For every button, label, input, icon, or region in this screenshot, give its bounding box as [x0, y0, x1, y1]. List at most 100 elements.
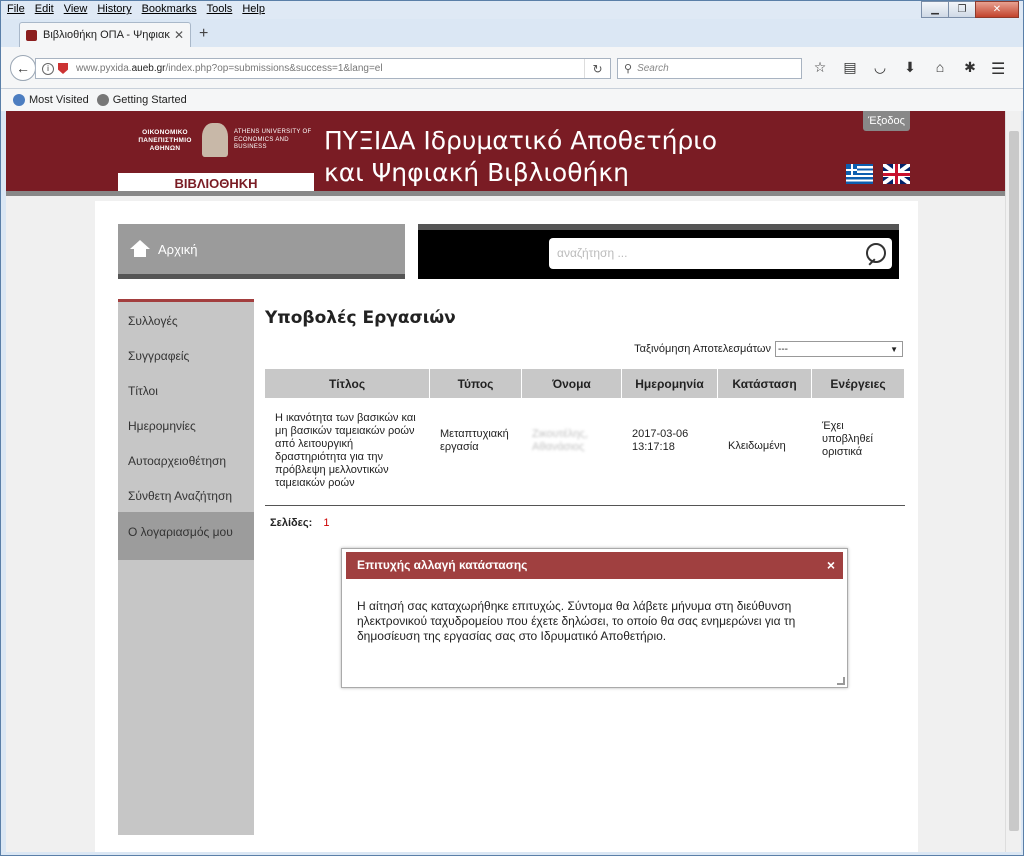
minimize-button[interactable]: ▁: [921, 1, 949, 18]
pagination: Σελίδες: 1: [270, 517, 329, 529]
cell-actions: Έχει υποβληθεί οριστικά: [822, 420, 873, 458]
home-link[interactable]: Αρχική: [118, 224, 405, 279]
site-title: ΠΥΞΙΔΑ Ιδρυματικό Αποθετήριο και Ψηφιακή…: [324, 125, 717, 189]
scrollbar-thumb[interactable]: [1009, 131, 1019, 831]
bookmark-star-icon[interactable]: ☆: [811, 59, 829, 76]
column-header-actions[interactable]: Ενέργειες: [812, 369, 905, 398]
logout-button[interactable]: Έξοδος: [863, 111, 910, 131]
site-title-line2: και Ψηφιακή Βιβλιοθήκη: [324, 158, 629, 187]
search-placeholder: αναζήτηση ...: [557, 246, 628, 260]
url-text: www.pyxida.aueb.gr/index.php?op=submissi…: [76, 63, 584, 74]
menu-bookmarks[interactable]: Bookmarks: [142, 3, 197, 15]
url-bar[interactable]: i www.pyxida.aueb.gr/index.php?op=submis…: [35, 58, 611, 79]
cell-status: Κλειδωμένη: [728, 440, 786, 452]
tab-strip: Βιβλιοθήκη ΟΠΑ - Ψηφιακ... ✕ +: [1, 19, 1023, 47]
sidebar-item-authors[interactable]: Συγγραφείς: [118, 337, 254, 372]
bookmarks-toolbar: Most Visited Getting Started: [1, 89, 1023, 111]
sidebar: Συλλογές Συγγραφείς Τίτλοι Ημερομηνίες Α…: [118, 299, 254, 835]
globe-icon: [96, 94, 109, 106]
uk-flag-icon[interactable]: [883, 164, 910, 184]
maximize-button[interactable]: ❐: [948, 1, 976, 18]
info-icon[interactable]: i: [42, 62, 54, 75]
logo-english-text: ATHENS UNIVERSITY OF ECONOMICS AND BUSIN…: [234, 129, 312, 150]
tracking-shield-icon[interactable]: [58, 63, 68, 74]
search-placeholder: Search: [637, 63, 669, 74]
bookmark-getting-started[interactable]: Getting Started: [96, 94, 187, 106]
site-search-input[interactable]: αναζήτηση ...: [549, 238, 892, 269]
most-visited-icon: [13, 94, 25, 106]
menu-hamburger-icon[interactable]: ☰: [991, 59, 1005, 79]
sort-select[interactable]: --- ▼: [775, 341, 903, 357]
home-icon[interactable]: ⌂: [931, 59, 949, 76]
column-header-status[interactable]: Κατάσταση: [718, 369, 812, 398]
home-icon: [130, 240, 150, 258]
page-title: Υποβολές Εργασιών: [265, 308, 456, 328]
dialog-header[interactable]: Επιτυχής αλλαγή κατάστασης ×: [346, 552, 843, 579]
extension-icon[interactable]: ✱: [961, 59, 979, 76]
column-header-date[interactable]: Ημερομηνία: [622, 369, 718, 398]
site-favicon-icon: [26, 29, 37, 41]
university-logo[interactable]: ΟΙΚΟΝΟΜΙΚΟ ΠΑΝΕΠΙΣΤΗΜΙΟ ΑΘΗΝΩΝ ATHENS UN…: [118, 119, 314, 194]
sidebar-item-collections[interactable]: Συλλογές: [118, 302, 254, 337]
resize-grip-icon[interactable]: [837, 677, 845, 685]
search-icon: ⚲: [624, 63, 633, 75]
dialog-message: Η αίτησή σας καταχωρήθηκε επιτυχώς. Σύντ…: [357, 599, 796, 643]
bookmark-label: Most Visited: [29, 94, 89, 106]
download-icon[interactable]: ⬇: [901, 59, 919, 76]
column-header-type[interactable]: Τύπος: [430, 369, 522, 398]
search-panel: αναζήτηση ...: [418, 224, 899, 279]
reading-list-icon[interactable]: ▤: [841, 59, 859, 76]
sidebar-item-self-archiving[interactable]: Αυτοαρχειοθέτηση: [118, 442, 254, 477]
url-prefix: www.pyxida.: [76, 63, 132, 74]
url-domain: aueb.gr: [131, 63, 166, 74]
site-title-line1: ΠΥΞΙΔΑ Ιδρυματικό Αποθετήριο: [324, 126, 718, 155]
menu-history[interactable]: History: [97, 3, 131, 15]
cell-name: Ζικουτέλης, Αθανάσιος: [532, 428, 588, 453]
chevron-down-icon: ▼: [890, 344, 898, 354]
cell-title: Η ικανότητα των βασικών και μη βασικών τ…: [275, 412, 416, 489]
url-path: /index.php?op=submissions&success=1&lang…: [165, 63, 383, 74]
vertical-scrollbar[interactable]: [1005, 111, 1021, 852]
bookmark-most-visited[interactable]: Most Visited: [13, 94, 89, 106]
sort-value: ---: [778, 343, 788, 355]
athena-emblem-icon: [202, 123, 228, 157]
greek-flag-icon[interactable]: [846, 164, 873, 184]
pocket-icon[interactable]: ◡: [871, 59, 889, 76]
search-icon[interactable]: [866, 243, 886, 263]
tab-close-icon[interactable]: ✕: [174, 28, 184, 42]
navigation-toolbar: ← i www.pyxida.aueb.gr/index.php?op=subm…: [1, 47, 1023, 89]
logo-greek-text: ΟΙΚΟΝΟΜΙΚΟ ΠΑΝΕΠΙΣΤΗΜΙΟ ΑΘΗΝΩΝ: [138, 129, 192, 152]
new-tab-icon[interactable]: +: [199, 25, 208, 43]
menu-edit[interactable]: Edit: [35, 3, 54, 15]
browser-search-input[interactable]: ⚲ Search: [617, 58, 802, 79]
tab-title: Βιβλιοθήκη ΟΠΑ - Ψηφιακ...: [43, 29, 170, 41]
menu-view[interactable]: View: [64, 3, 88, 15]
page-link[interactable]: 1: [323, 517, 329, 529]
sort-label: Ταξινόμηση Αποτελεσμάτων: [634, 343, 771, 355]
close-icon[interactable]: ×: [827, 552, 835, 579]
menu-bar: File Edit View History Bookmarks Tools H…: [1, 1, 1023, 19]
menu-file[interactable]: File: [7, 3, 25, 15]
browser-tab[interactable]: Βιβλιοθήκη ΟΠΑ - Ψηφιακ... ✕: [19, 22, 191, 47]
sidebar-item-dates[interactable]: Ημερομηνίες: [118, 407, 254, 442]
menu-tools[interactable]: Tools: [207, 3, 233, 15]
home-label: Αρχική: [158, 241, 198, 257]
sidebar-item-titles[interactable]: Τίτλοι: [118, 372, 254, 407]
menu-help[interactable]: Help: [242, 3, 265, 15]
sort-row: Ταξινόμηση Αποτελεσμάτων --- ▼: [265, 341, 903, 357]
cell-date: 2017-03-06 13:17:18: [632, 428, 689, 453]
submissions-table: Τίτλος Τύπος Όνομα Ημερομηνία Κατάσταση …: [265, 369, 905, 506]
sidebar-item-my-account[interactable]: Ο λογαριασμός μου: [118, 512, 254, 560]
header-divider: [6, 191, 1018, 196]
sidebar-item-advanced-search[interactable]: Σύνθετη Αναζήτηση: [118, 477, 254, 512]
browser-window: File Edit View History Bookmarks Tools H…: [0, 0, 1024, 856]
table-header: Τίτλος Τύπος Όνομα Ημερομηνία Κατάσταση …: [265, 369, 905, 398]
back-arrow-icon[interactable]: ←: [10, 55, 36, 81]
close-window-button[interactable]: ✕: [975, 1, 1019, 18]
reload-icon[interactable]: ↻: [584, 59, 610, 78]
cell-type: Μεταπτυχιακή εργασία: [440, 428, 509, 453]
site-header: ΟΙΚΟΝΟΜΙΚΟ ΠΑΝΕΠΙΣΤΗΜΙΟ ΑΘΗΝΩΝ ATHENS UN…: [6, 111, 1018, 196]
page-viewport: ΟΙΚΟΝΟΜΙΚΟ ΠΑΝΕΠΙΣΤΗΜΙΟ ΑΘΗΝΩΝ ATHENS UN…: [6, 111, 1018, 852]
column-header-name[interactable]: Όνομα: [522, 369, 622, 398]
column-header-title[interactable]: Τίτλος: [265, 369, 430, 398]
